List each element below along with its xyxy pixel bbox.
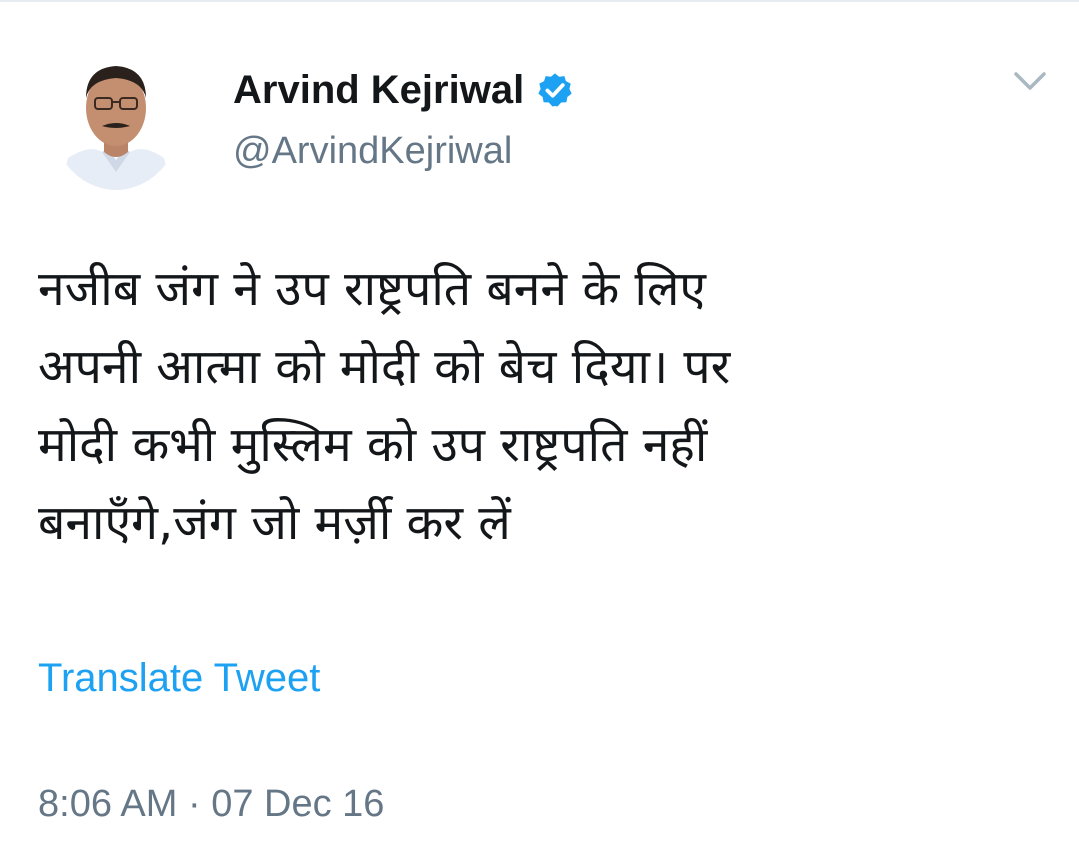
chevron-down-icon[interactable] <box>1010 66 1050 96</box>
author-handle[interactable]: @ArvindKejriwal <box>233 128 512 174</box>
author-name-text[interactable]: Arvind Kejriwal <box>233 67 524 113</box>
translate-tweet-link[interactable]: Translate Tweet <box>38 655 320 701</box>
tweet-timestamp[interactable]: 8:06 AM · 07 Dec 16 <box>38 781 384 827</box>
top-divider <box>0 0 1079 2</box>
avatar[interactable] <box>50 40 182 190</box>
profile-photo-icon <box>50 40 182 190</box>
verified-badge-icon <box>538 73 572 107</box>
author-display-name[interactable]: Arvind Kejriwal <box>233 67 574 113</box>
tweet-text: नजीब जंग ने उप राष्ट्रपति बनने के लिए अप… <box>38 261 731 551</box>
